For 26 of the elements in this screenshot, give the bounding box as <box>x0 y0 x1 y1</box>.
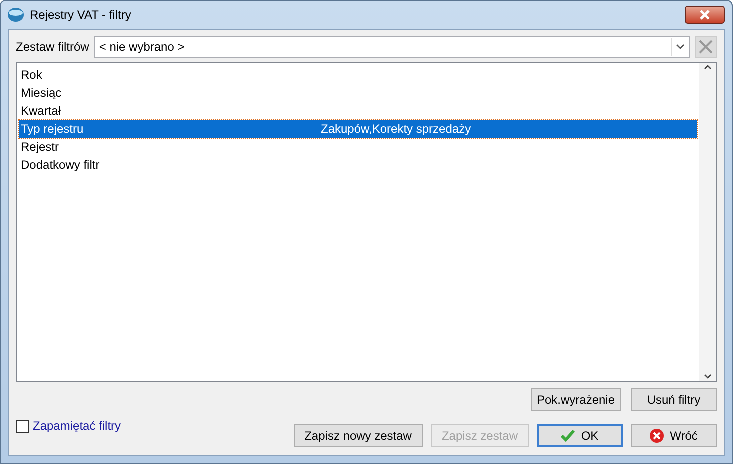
filter-row[interactable]: Dodatkowy filtr <box>19 156 697 174</box>
checkmark-icon <box>561 430 576 442</box>
filter-set-dropdown[interactable]: < nie wybrano > <box>94 36 690 58</box>
scroll-up-icon <box>704 65 712 70</box>
dialog-button[interactable]: OK <box>537 424 623 447</box>
scrollbar[interactable] <box>699 63 716 381</box>
app-icon <box>8 8 24 22</box>
scroll-down-icon <box>704 374 712 379</box>
filter-row[interactable]: Kwartał <box>19 102 697 120</box>
checkbox-label: Zapamiętać filtry <box>33 419 122 433</box>
chevron-down-icon <box>676 44 685 50</box>
list-button[interactable]: Usuń filtry <box>631 388 717 411</box>
cancel-icon <box>650 428 664 442</box>
x-icon <box>698 39 714 55</box>
close-button[interactable] <box>685 6 725 24</box>
dialog-button[interactable]: Wróć <box>631 424 717 447</box>
list-button[interactable]: Pok.wyrażenie <box>531 388 621 411</box>
filter-row[interactable]: Rok <box>19 66 697 84</box>
filter-row[interactable]: Rejestr <box>19 138 697 156</box>
close-icon <box>700 10 710 20</box>
dialog-button[interactable]: Zapisz nowy zestaw <box>294 424 423 447</box>
window-title: Rejestry VAT - filtry <box>30 8 132 22</box>
checkbox[interactable] <box>16 420 29 432</box>
filter-row[interactable]: Miesiąc <box>19 84 697 102</box>
filter-set-label: Zestaw filtrów <box>16 40 90 54</box>
filter-row[interactable]: Typ rejestru Zakupów,Korekty sprzedaży <box>19 120 697 138</box>
